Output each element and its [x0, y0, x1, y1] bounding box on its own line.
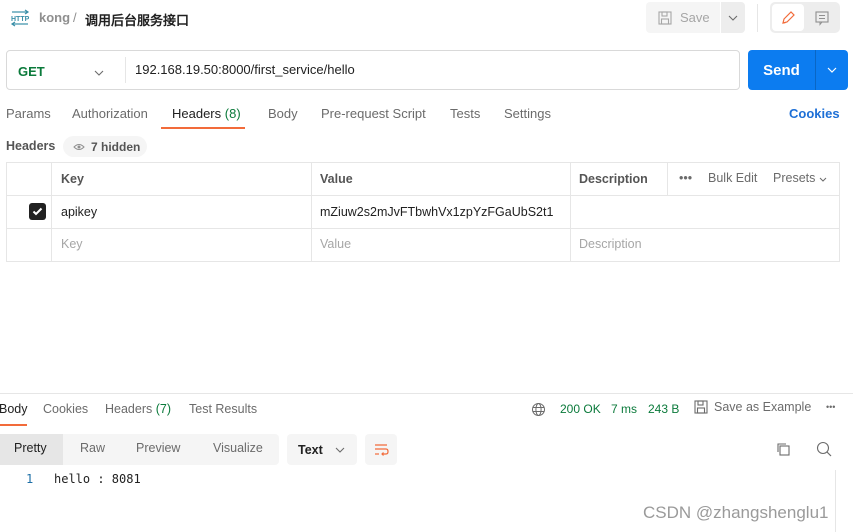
checkmark-icon — [32, 207, 43, 216]
presets-label: Presets — [773, 171, 816, 185]
cookies-link[interactable]: Cookies — [789, 106, 840, 121]
save-label: Save — [680, 10, 710, 25]
col-divider — [51, 162, 52, 262]
format-preview[interactable]: Preview — [136, 441, 180, 455]
col-divider — [570, 162, 571, 262]
send-button[interactable]: Send — [748, 50, 815, 90]
more-options-button[interactable]: ••• — [679, 171, 692, 185]
format-pretty[interactable]: Pretty — [14, 441, 47, 455]
chevron-down-icon — [335, 447, 345, 453]
tab-pre-request-script[interactable]: Pre-request Script — [321, 106, 426, 121]
http-icon: HTTP — [10, 9, 30, 27]
column-header-description: Description — [579, 172, 648, 186]
new-description-input[interactable]: Description — [579, 237, 642, 251]
tab-headers[interactable]: Headers (8) — [172, 106, 241, 121]
hidden-headers-toggle[interactable]: 7 hidden — [63, 136, 147, 157]
response-size[interactable]: 243 B — [648, 402, 679, 416]
response-tab-test-results[interactable]: Test Results — [189, 402, 257, 416]
content-type-select[interactable]: Text — [287, 434, 357, 465]
row-divider — [6, 195, 840, 196]
headers-section-label: Headers — [6, 139, 56, 153]
breadcrumb-separator: / — [73, 10, 77, 25]
edit-button[interactable] — [772, 4, 804, 31]
wrap-lines-icon — [375, 443, 389, 456]
content-type-label: Text — [298, 442, 323, 457]
save-as-example-button[interactable]: Save as Example — [694, 400, 811, 414]
response-divider[interactable] — [0, 393, 853, 394]
header-description-cell[interactable] — [579, 205, 829, 221]
send-options-button[interactable] — [815, 50, 848, 90]
presets-dropdown[interactable]: Presets — [773, 171, 827, 185]
column-header-value: Value — [320, 172, 353, 186]
chevron-down-icon — [728, 15, 738, 21]
response-tab-headers[interactable]: Headers (7) — [105, 402, 171, 416]
response-active-tab-indicator — [0, 424, 27, 426]
line-number: 1 — [26, 472, 34, 486]
eye-icon — [73, 143, 85, 150]
globe-icon[interactable] — [531, 402, 546, 420]
column-header-key: Key — [61, 172, 84, 186]
format-raw[interactable]: Raw — [80, 441, 105, 455]
response-more-button[interactable]: ••• — [826, 402, 835, 412]
svg-text:HTTP: HTTP — [11, 16, 30, 23]
header-key-cell[interactable]: apikey — [61, 205, 97, 219]
wrap-lines-button[interactable] — [365, 434, 397, 465]
comments-button[interactable] — [806, 4, 838, 31]
tab-body[interactable]: Body — [268, 106, 298, 121]
status-code[interactable]: 200 OK — [560, 402, 601, 416]
response-tab-headers-label: Headers — [105, 402, 153, 416]
search-icon[interactable] — [816, 441, 832, 460]
header-enabled-checkbox[interactable] — [29, 203, 46, 220]
chevron-down-icon — [819, 177, 827, 182]
method-select[interactable]: GET — [18, 64, 45, 79]
tab-params[interactable]: Params — [6, 106, 51, 121]
url-input[interactable] — [135, 62, 725, 77]
tab-headers-count: (8) — [224, 106, 241, 121]
response-time[interactable]: 7 ms — [611, 402, 637, 416]
chevron-down-icon — [827, 67, 837, 73]
response-tab-body[interactable]: Body — [0, 402, 28, 416]
new-key-input[interactable]: Key — [61, 237, 83, 251]
tab-tests[interactable]: Tests — [450, 106, 480, 121]
save-as-example-label: Save as Example — [714, 400, 812, 414]
url-divider — [125, 57, 126, 83]
floppy-disk-icon — [658, 10, 672, 25]
toolbar-divider — [757, 4, 758, 32]
copy-icon[interactable] — [776, 442, 791, 460]
bulk-edit-button[interactable]: Bulk Edit — [708, 171, 757, 185]
tab-authorization[interactable]: Authorization — [72, 106, 148, 121]
response-body-line[interactable]: hello : 8081 — [54, 472, 141, 486]
hidden-count: 7 hidden — [91, 139, 141, 154]
format-visualize[interactable]: Visualize — [213, 441, 263, 455]
response-tab-cookies[interactable]: Cookies — [43, 402, 88, 416]
floppy-disk-icon — [694, 400, 708, 414]
save-options-button[interactable] — [721, 2, 745, 33]
response-headers-count: (7) — [155, 402, 172, 416]
header-value-cell[interactable]: mZiuw2s2mJvFTbwhVx1zpYzFGaUbS2t1 — [320, 205, 553, 219]
tab-headers-label: Headers — [172, 106, 222, 121]
breadcrumb-parent[interactable]: kong — [39, 10, 70, 25]
active-tab-indicator — [161, 127, 245, 129]
new-value-input[interactable]: Value — [320, 237, 351, 251]
scrollbar-edge — [835, 470, 836, 532]
row-divider — [6, 228, 840, 229]
pencil-icon — [782, 10, 795, 24]
comment-icon — [815, 10, 829, 26]
save-button[interactable]: Save — [646, 2, 720, 33]
request-title[interactable]: 调用后台服务接口 — [85, 10, 189, 29]
chevron-down-icon[interactable] — [94, 64, 104, 79]
col-divider — [667, 162, 668, 195]
watermark: CSDN @zhangshenglu1 — [643, 503, 829, 522]
tab-settings[interactable]: Settings — [504, 106, 551, 121]
col-divider — [311, 162, 312, 262]
